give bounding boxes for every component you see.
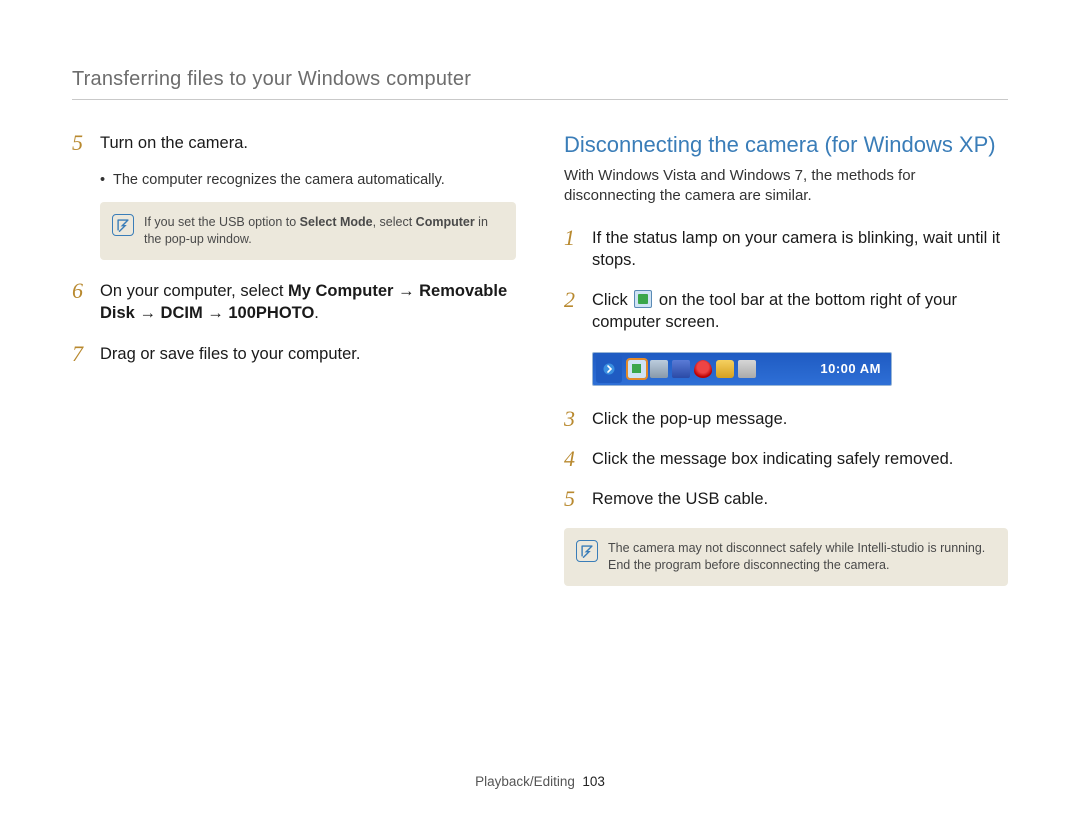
system-tray <box>628 360 756 378</box>
tray-icon <box>694 360 712 378</box>
note-icon <box>112 214 134 236</box>
tray-icon <box>716 360 734 378</box>
step-number: 5 <box>564 488 582 510</box>
footer-section: Playback/Editing <box>475 774 575 789</box>
left-column: 5 Turn on the camera. • The computer rec… <box>72 132 516 606</box>
taskbar-expand-icon <box>596 355 622 383</box>
page: Transferring files to your Windows compu… <box>0 0 1080 815</box>
step-6: 6 On your computer, select My Computer →… <box>72 280 516 325</box>
content-columns: 5 Turn on the camera. • The computer rec… <box>72 132 1008 606</box>
section-title: Disconnecting the camera (for Windows XP… <box>564 132 1008 158</box>
step-5: 5 Turn on the camera. <box>72 132 516 154</box>
note-text: If you set the USB option to Select Mode… <box>144 214 500 248</box>
page-header: Transferring files to your Windows compu… <box>72 68 1008 100</box>
r-step-2: 2 Click on the tool bar at the bottom ri… <box>564 289 1008 334</box>
header-title: Transferring files to your Windows compu… <box>72 68 1008 91</box>
step-text: If the status lamp on your camera is bli… <box>592 227 1008 272</box>
step-number: 3 <box>564 408 582 430</box>
r-step-5: 5 Remove the USB cable. <box>564 488 1008 510</box>
header-rule <box>72 99 1008 100</box>
note-icon <box>576 540 598 562</box>
note-text: The camera may not disconnect safely whi… <box>608 540 992 574</box>
step-number: 4 <box>564 448 582 470</box>
tray-icon <box>738 360 756 378</box>
tray-icon <box>650 360 668 378</box>
step-text: Click the pop-up message. <box>592 408 787 430</box>
step-text: Click the message box indicating safely … <box>592 448 953 470</box>
step-text: Drag or save files to your computer. <box>100 343 360 365</box>
right-column: Disconnecting the camera (for Windows XP… <box>564 132 1008 606</box>
step-number: 6 <box>72 280 90 325</box>
step-5-bullet: • The computer recognizes the camera aut… <box>100 172 516 188</box>
bullet-text: The computer recognizes the camera autom… <box>113 172 445 188</box>
step-7: 7 Drag or save files to your computer. <box>72 343 516 365</box>
step-text: Click on the tool bar at the bottom righ… <box>592 289 1008 334</box>
tray-icon <box>672 360 690 378</box>
taskbar-clock: 10:00 AM <box>820 361 881 376</box>
step-text: Turn on the camera. <box>100 132 248 154</box>
bullet-dot: • <box>100 172 105 188</box>
step-number: 5 <box>72 132 90 154</box>
r-step-3: 3 Click the pop-up message. <box>564 408 1008 430</box>
step-text: On your computer, select My Computer → R… <box>100 280 516 325</box>
section-subtitle: With Windows Vista and Windows 7, the me… <box>564 166 1008 207</box>
safely-remove-tray-icon <box>628 360 646 378</box>
step-text: Remove the USB cable. <box>592 488 768 510</box>
safely-remove-icon <box>634 290 652 308</box>
note-box-usb-option: If you set the USB option to Select Mode… <box>100 202 516 260</box>
r-step-1: 1 If the status lamp on your camera is b… <box>564 227 1008 272</box>
step-number: 7 <box>72 343 90 365</box>
step-number: 1 <box>564 227 582 272</box>
page-footer: Playback/Editing 103 <box>0 774 1080 789</box>
r-step-4: 4 Click the message box indicating safel… <box>564 448 1008 470</box>
note-box-intelli-studio: The camera may not disconnect safely whi… <box>564 528 1008 586</box>
footer-page-number: 103 <box>582 774 605 789</box>
step-number: 2 <box>564 289 582 334</box>
windows-taskbar-illustration: 10:00 AM <box>592 352 892 386</box>
